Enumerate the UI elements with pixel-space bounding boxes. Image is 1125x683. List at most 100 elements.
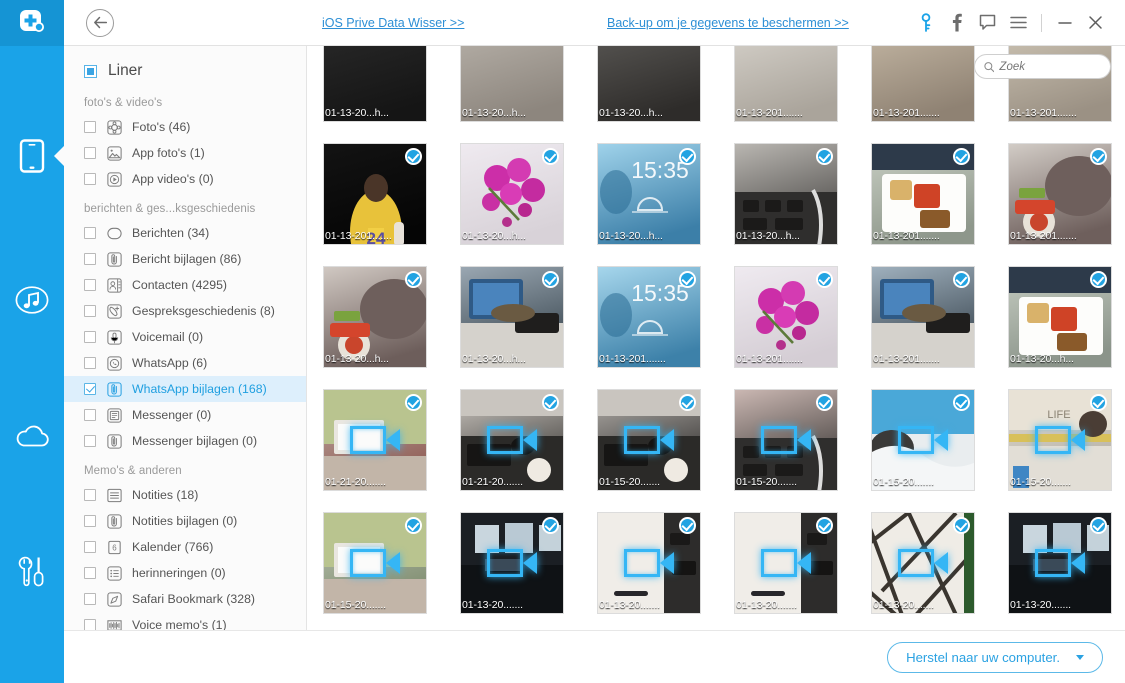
thumbnail-item[interactable]: 01-13-20...h... [1008,266,1112,368]
thumbnail-item[interactable]: 01-15-20....... [734,389,838,491]
selected-check-icon[interactable] [953,394,970,411]
selected-check-icon[interactable] [816,148,833,165]
selected-check-icon[interactable] [679,148,696,165]
thumbnail-item[interactable]: 15:35 01-13-201....... [597,266,701,368]
sidebar-item-gespreksgeschiedenis-8[interactable]: Gespreksgeschiedenis (8) [64,298,306,324]
thumbnail-item[interactable]: 01-13-20....... [597,512,701,614]
thumbnail-item[interactable]: 24 01-13-201....... [323,143,427,245]
search-box[interactable] [974,54,1111,79]
back-button[interactable] [86,8,114,37]
sidebar-item-safari-bookmark-328[interactable]: Safari Bookmark (328) [64,586,306,612]
selected-check-icon[interactable] [405,394,422,411]
sidebar-item-checkbox[interactable] [84,619,96,630]
minimize-button[interactable] [1049,8,1080,38]
sidebar-item-checkbox[interactable] [84,147,96,159]
thumbnail-item[interactable]: 15:35 01-13-20...h... [597,143,701,245]
selected-check-icon[interactable] [679,271,696,288]
sidebar-item-checkbox[interactable] [84,489,96,501]
sidebar-item-whatsapp-bijlagen-168[interactable]: WhatsApp bijlagen (168) [64,376,306,402]
thumbnail-item[interactable]: 01-15-20....... [323,512,427,614]
sidebar-item-notities-18[interactable]: Notities (18) [64,482,306,508]
thumbnail-item[interactable]: 01-13-201....... [734,46,838,122]
device-header[interactable]: Liner [64,56,306,86]
thumbnail-item[interactable]: 01-13-20...h... [597,46,701,122]
rail-item-cloud[interactable] [0,404,64,468]
selected-check-icon[interactable] [542,394,559,411]
sidebar-item-checkbox[interactable] [84,515,96,527]
selected-check-icon[interactable] [953,148,970,165]
selected-check-icon[interactable] [679,394,696,411]
thumbnail-item[interactable]: 01-13-20....... [871,512,975,614]
selected-check-icon[interactable] [953,271,970,288]
thumbnail-item[interactable]: LIFE 01-15-20....... [1008,389,1112,491]
sidebar-item-voice-memo-s-1[interactable]: Voice memo's (1) [64,612,306,630]
promo-link-backup[interactable]: Back-up om je gegevens te beschermen >> [607,16,849,30]
sidebar-item-app-video-s-0[interactable]: App video's (0) [64,166,306,192]
thumbnail-item[interactable]: 01-13-20...h... [323,266,427,368]
selected-check-icon[interactable] [1090,394,1107,411]
sidebar-item-checkbox[interactable] [84,567,96,579]
selected-check-icon[interactable] [1090,271,1107,288]
selected-check-icon[interactable] [542,148,559,165]
sidebar-item-messenger-bijlagen-0[interactable]: Messenger bijlagen (0) [64,428,306,454]
sidebar-item-checkbox[interactable] [84,227,96,239]
selected-check-icon[interactable] [1090,517,1107,534]
selected-check-icon[interactable] [816,517,833,534]
thumbnail-item[interactable]: 01-15-20....... [597,389,701,491]
selected-check-icon[interactable] [679,517,696,534]
sidebar-item-checkbox[interactable] [84,305,96,317]
thumbnail-item[interactable]: 01-13-20...h... [323,46,427,122]
sidebar-item-checkbox[interactable] [84,279,96,291]
sidebar-item-app-foto-s-1[interactable]: App foto's (1) [64,140,306,166]
thumbnail-item[interactable]: 01-13-20...h... [460,266,564,368]
selected-check-icon[interactable] [405,271,422,288]
feedback-button[interactable] [972,8,1003,38]
sidebar-item-checkbox[interactable] [84,173,96,185]
sidebar-item-voicemail-0[interactable]: Voicemail (0) [64,324,306,350]
close-button[interactable] [1080,8,1111,38]
thumbnail-item[interactable]: 01-13-201....... [1008,143,1112,245]
selected-check-icon[interactable] [1090,148,1107,165]
thumbnail-item[interactable]: 01-21-20....... [323,389,427,491]
sidebar-item-checkbox[interactable] [84,357,96,369]
thumbnail-item[interactable]: 01-13-201....... [871,46,975,122]
thumbnail-item[interactable]: 01-13-20...h... [460,143,564,245]
selected-check-icon[interactable] [405,517,422,534]
sidebar-item-checkbox[interactable] [84,593,96,605]
sidebar-item-checkbox[interactable] [84,541,96,553]
rail-item-device[interactable] [0,124,64,188]
selected-check-icon[interactable] [405,148,422,165]
rail-item-tools[interactable] [0,540,64,604]
thumbnail-item[interactable]: 01-13-20...h... [734,143,838,245]
sidebar-item-checkbox[interactable] [84,331,96,343]
restore-to-computer-button[interactable]: Herstel naar uw computer. [887,641,1103,673]
sidebar-item-herinneringen-0[interactable]: herinneringen (0) [64,560,306,586]
sidebar-item-whatsapp-6[interactable]: WhatsApp (6) [64,350,306,376]
selected-check-icon[interactable] [542,517,559,534]
selected-check-icon[interactable] [816,271,833,288]
sidebar-item-notities-bijlagen-0[interactable]: Notities bijlagen (0) [64,508,306,534]
search-input[interactable] [999,60,1101,73]
thumbnail-item[interactable]: 01-13-20....... [1008,512,1112,614]
sidebar-item-checkbox[interactable] [84,409,96,421]
sidebar-item-checkbox[interactable] [84,383,96,395]
sidebar-item-berichten-34[interactable]: Berichten (34) [64,220,306,246]
thumbnail-scroll[interactable]: 01-13-20...h... 01-13-20...h... 01-13-20..… [307,46,1125,630]
thumbnail-item[interactable]: 01-13-20...h... [460,46,564,122]
promo-link-privacy[interactable]: iOS Prive Data Wisser >> [322,16,464,30]
thumbnail-item[interactable]: 01-13-20....... [460,512,564,614]
thumbnail-item[interactable]: 01-13-201....... [871,266,975,368]
rail-item-music[interactable] [0,268,64,332]
menu-button[interactable] [1003,8,1034,38]
sidebar-item-bericht-bijlagen-86[interactable]: Bericht bijlagen (86) [64,246,306,272]
thumbnail-item[interactable]: 01-15-20....... [871,389,975,491]
thumbnail-item[interactable]: 01-13-201....... [871,143,975,245]
sidebar-item-messenger-0[interactable]: Messenger (0) [64,402,306,428]
sidebar-item-foto-s-46[interactable]: Foto's (46) [64,114,306,140]
facebook-button[interactable] [941,8,972,38]
selected-check-icon[interactable] [953,517,970,534]
sidebar-item-checkbox[interactable] [84,253,96,265]
sidebar-item-checkbox[interactable] [84,121,96,133]
device-checkbox[interactable] [84,64,97,78]
thumbnail-item[interactable]: 01-13-20....... [734,512,838,614]
